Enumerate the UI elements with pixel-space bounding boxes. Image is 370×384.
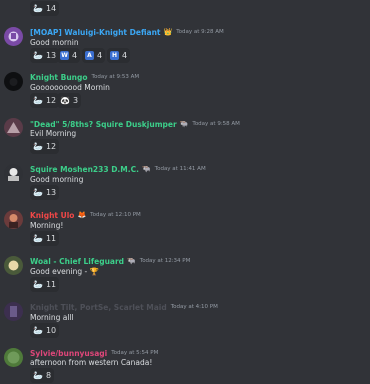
reaction-pill[interactable]: 🦢 13 [30,48,60,63]
swan-emoji-icon: 🦢 [33,50,43,60]
role-icon: 🦊 [77,210,87,219]
message-header: Knight Bungo Today at 9:53 AM [30,71,139,83]
reaction-pill[interactable]: 🐼 3 [57,93,82,108]
avatar[interactable] [4,302,23,321]
message-header: [MOAP] Waluigi-Knight Defiant 👑 Today at… [30,26,224,38]
letter-w-icon: W [60,51,69,60]
avatar[interactable] [4,72,23,91]
swan-emoji-icon: 🦢 [33,233,43,243]
reaction-count: 13 [45,188,57,197]
reaction-count: 8 [45,371,52,380]
message-text: Good morning [30,175,84,184]
reaction-pill[interactable]: 🦢 10 [30,323,60,338]
timestamp[interactable]: Today at 5:54 PM [111,350,158,356]
swan-emoji-icon: 🦢 [33,187,43,197]
reaction-pill[interactable]: A 4 [82,48,106,63]
role-icon: 🐃 [127,256,136,265]
username[interactable]: Woal - Chief Lifeguard [30,257,124,266]
username[interactable]: Knight Tilt, PortSe, Scarlet Maid [30,303,167,312]
avatar[interactable] [4,348,23,367]
username[interactable]: Sylvie/bunnyusagi [30,349,107,358]
message-text: Evil Morning [30,129,77,138]
reaction-pill[interactable]: 🦢 11 [30,231,60,246]
message-header: Squire Moshen233 D.M.C. 🐃 Today at 11:41… [30,163,206,175]
reaction-count: 13 [45,51,57,60]
timestamp[interactable]: Today at 9:53 AM [92,74,140,80]
username[interactable]: [MOAP] Waluigi-Knight Defiant [30,28,161,37]
swan-emoji-icon: 🦢 [33,370,43,380]
swan-emoji-icon: 🦢 [33,141,43,151]
reaction-count: 12 [45,96,57,105]
timestamp[interactable]: Today at 9:58 AM [192,121,240,127]
timestamp[interactable]: Today at 11:41 AM [155,166,206,172]
timestamp[interactable]: Today at 12:34 PM [140,258,191,264]
reaction-count: 4 [72,51,78,60]
swan-emoji-icon: 🦢 [33,325,43,335]
username[interactable]: Knight Ulo [30,211,74,220]
avatar[interactable] [4,210,23,229]
username[interactable]: Squire Moshen233 D.M.C. [30,165,139,174]
timestamp[interactable]: Today at 4:10 PM [171,304,218,310]
reaction-pill[interactable]: 🦢 12 [30,139,60,154]
message-text: Morning alll [30,313,74,322]
role-icon: 👑 [163,27,173,36]
reaction-pill[interactable]: 🦢 8 [30,368,55,383]
avatar[interactable] [4,27,23,46]
role-icon: 🐃 [141,164,151,173]
reaction-count: 11 [45,234,57,243]
reaction-count: 11 [45,280,57,289]
swan-emoji-icon: 🦢 [33,279,43,289]
chat-message-list: 🦢 14 [MOAP] Waluigi-Knight Defiant 👑 Tod… [0,0,370,384]
avatar[interactable] [4,256,23,275]
reaction-pill[interactable]: 🦢 14 [30,1,60,16]
reaction-count: 4 [122,51,128,60]
username[interactable]: Knight Bungo [30,73,88,82]
role-icon: 🐃 [179,119,189,128]
letter-h-icon: H [110,51,119,60]
timestamp[interactable]: Today at 9:28 AM [176,29,224,35]
username[interactable]: "Dead" 5/8ths? Squire Duskjumper [30,120,177,129]
message-text: Goooooooood Mornin [30,83,110,92]
message-text: Morning! [30,221,64,230]
message-text: afternoon from western Canada! [30,358,153,367]
reaction-pill[interactable]: H 4 [107,48,131,63]
swan-emoji-icon: 🦢 [33,95,43,105]
panda-emoji-icon: 🐼 [60,95,70,105]
message-header: Knight Tilt, PortSe, Scarlet Maid Today … [30,301,218,313]
letter-a-icon: A [85,51,94,60]
reaction-pill[interactable]: W 4 [57,48,81,63]
reaction-count: 4 [97,51,103,60]
message-header: Woal - Chief Lifeguard 🐃 Today at 12:34 … [30,255,190,267]
reaction-count: 10 [45,326,57,335]
reaction-pill[interactable]: 🦢 13 [30,185,60,200]
timestamp[interactable]: Today at 12:10 PM [90,212,141,218]
message-text: Good mornin [30,38,79,47]
avatar[interactable] [4,164,23,183]
message-text: Good evening - 🏆 [30,267,99,276]
avatar[interactable] [4,118,23,137]
message-header: Knight Ulo 🦊 Today at 12:10 PM [30,209,141,221]
reaction-pill[interactable]: 🦢 12 [30,93,60,108]
swan-emoji-icon: 🦢 [33,3,43,13]
reaction-pill[interactable]: 🦢 11 [30,277,60,292]
reaction-count: 3 [72,96,79,105]
reaction-count: 12 [45,142,57,151]
reaction-count: 14 [45,4,57,13]
